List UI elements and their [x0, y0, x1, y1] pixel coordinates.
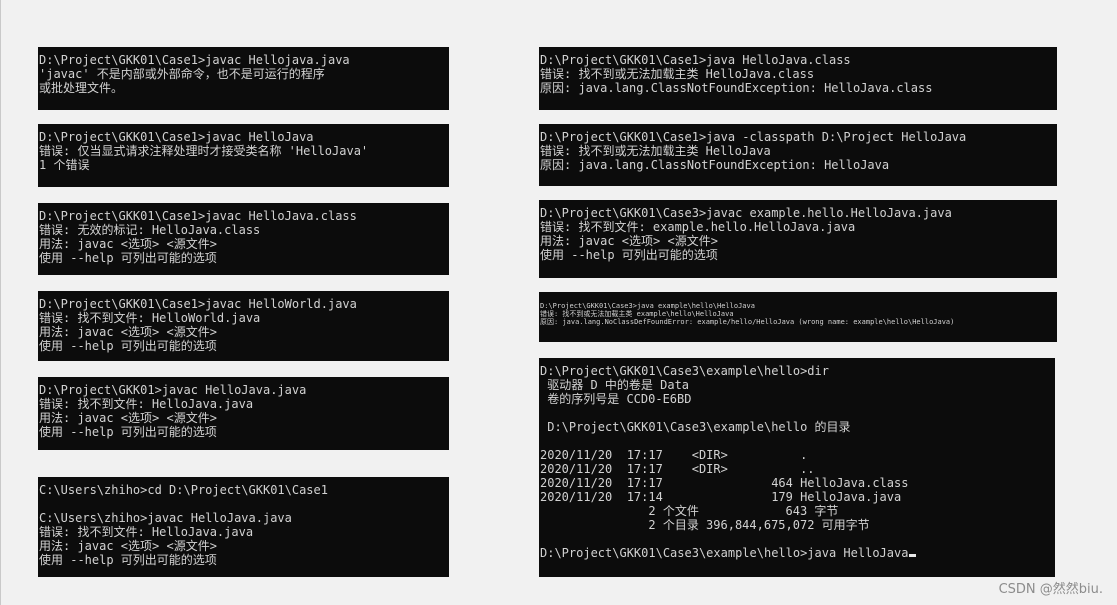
terminal-line: 驱动器 D 中的卷是 Data — [540, 378, 690, 392]
terminal-line: D:\Project\GKK01\Case3\example\hello>dir — [540, 364, 829, 378]
terminal-line: 错误: 找不到文件: HelloJava.java — [39, 397, 254, 411]
terminal-line: 错误: 仅当显式请求注释处理时才接受类名称 'HelloJava' — [39, 144, 369, 158]
terminal-line: 错误: 找不到文件: HelloWorld.java — [39, 311, 261, 325]
terminal-line: 使用 --help 可列出可能的选项 — [39, 251, 217, 265]
terminal-line: 使用 --help 可列出可能的选项 — [39, 553, 217, 567]
terminal-line: 用法: javac <选项> <源文件> — [39, 539, 217, 553]
terminal-line: D:\Project\GKK01>javac HelloJava.java — [39, 383, 307, 397]
terminal-line: 原因: java.lang.NoClassDefFoundError: exam… — [540, 318, 955, 326]
text-cursor — [909, 554, 917, 557]
terminal-cd-and-javac: C:\Users\zhiho>cd D:\Project\GKK01\Case1… — [38, 477, 449, 577]
terminal-line: 2020/11/20 17:14 179 HelloJava.java — [540, 490, 902, 504]
terminal-line: D:\Project\GKK01\Case3\example\hello 的目录 — [540, 420, 851, 434]
terminal-line: D:\Project\GKK01\Case1>java HelloJava.cl… — [540, 53, 851, 67]
terminal-line: 2 个目录 396,844,675,072 可用字节 — [540, 518, 870, 532]
terminal-line: 2020/11/20 17:17 464 HelloJava.class — [540, 476, 909, 490]
terminal-line: 2020/11/20 17:17 <DIR> . — [540, 448, 808, 462]
terminal-javac-invalid-flag: D:\Project\GKK01\Case1>javac HelloJava.c… — [38, 203, 449, 275]
terminal-javac-not-found: D:\Project\GKK01\Case1>javac Hellojava.j… — [38, 47, 449, 110]
terminal-dir-listing: D:\Project\GKK01\Case3\example\hello>dir… — [539, 358, 1055, 577]
terminal-line: 用法: javac <选项> <源文件> — [39, 325, 217, 339]
terminal-line: C:\Users\zhiho>cd D:\Project\GKK01\Case1 — [39, 483, 328, 497]
terminal-line: 错误: 无效的标记: HelloJava.class — [39, 223, 261, 237]
terminal-javac-classname-error: D:\Project\GKK01\Case1>javac HelloJava 错误… — [38, 124, 449, 187]
csdn-watermark: CSDN @然然biu. — [998, 582, 1103, 597]
terminal-line: D:\Project\GKK01\Case1>javac Hellojava.j… — [39, 53, 350, 67]
terminal-javac-helloworld-missing: D:\Project\GKK01\Case1>javac HelloWorld.… — [38, 291, 449, 361]
terminal-javac-gkk01-missing: D:\Project\GKK01>javac HelloJava.java 错误:… — [38, 377, 449, 450]
terminal-line: D:\Project\GKK01\Case1>javac HelloJava.c… — [39, 209, 357, 223]
terminal-line: D:\Project\GKK01\Case1>javac HelloWorld.… — [39, 297, 357, 311]
terminal-java-noclassdef: D:\Project\GKK01\Case3>java example\hell… — [539, 292, 1057, 342]
terminal-line: 错误: 找不到或无法加载主类 HelloJava.class — [540, 67, 815, 81]
terminal-line: 用法: javac <选项> <源文件> — [39, 237, 217, 251]
terminal-javac-case3-missing: D:\Project\GKK01\Case3>javac example.hel… — [539, 200, 1057, 278]
terminal-line: C:\Users\zhiho>javac HelloJava.java — [39, 511, 292, 525]
terminal-line: D:\Project\GKK01\Case3>java example\hell… — [540, 302, 755, 310]
terminal-line: D:\Project\GKK01\Case1>java -classpath D… — [540, 130, 967, 144]
terminal-line: 错误: 找不到或无法加载主类 example\hello\HelloJava — [540, 310, 734, 318]
terminal-line: 错误: 找不到文件: HelloJava.java — [39, 525, 254, 539]
terminal-line: 用法: javac <选项> <源文件> — [39, 411, 217, 425]
terminal-line: 2020/11/20 17:17 <DIR> .. — [540, 462, 815, 476]
terminal-line: 用法: javac <选项> <源文件> — [540, 234, 718, 248]
terminal-line: 使用 --help 可列出可能的选项 — [39, 339, 217, 353]
terminal-line: 1 个错误 — [39, 158, 90, 172]
terminal-prompt-line: D:\Project\GKK01\Case3\example\hello>jav… — [540, 546, 1055, 560]
terminal-java-classpath-error: D:\Project\GKK01\Case1>java -classpath D… — [539, 124, 1057, 186]
terminal-line: 错误: 找不到文件: example.hello.HelloJava.java — [540, 220, 856, 234]
terminal-line: D:\Project\GKK01\Case1>javac HelloJava — [39, 130, 314, 144]
terminal-java-class-error: D:\Project\GKK01\Case1>java HelloJava.cl… — [539, 47, 1057, 110]
terminal-line: 使用 --help 可列出可能的选项 — [39, 425, 217, 439]
terminal-line: 原因: java.lang.ClassNotFoundException: He… — [540, 158, 890, 172]
terminal-line: 或批处理文件。 — [39, 81, 124, 95]
left-edge-line — [0, 0, 1, 605]
terminal-line: 原因: java.lang.ClassNotFoundException: He… — [540, 81, 933, 95]
terminal-line: 卷的序列号是 CCD0-E6BD — [540, 392, 692, 406]
terminal-line: 错误: 找不到或无法加载主类 HelloJava — [540, 144, 771, 158]
terminal-line: D:\Project\GKK01\Case3>javac example.hel… — [540, 206, 952, 220]
terminal-line: 'javac' 不是内部或外部命令，也不是可运行的程序 — [39, 67, 325, 81]
terminal-line: 使用 --help 可列出可能的选项 — [540, 248, 718, 262]
terminal-line: 2 个文件 643 字节 — [540, 504, 839, 518]
